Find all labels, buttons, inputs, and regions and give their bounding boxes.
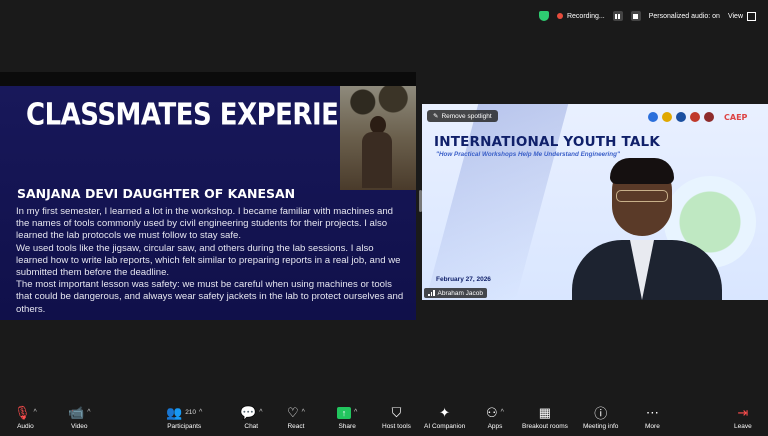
participant-name-tag: Abraham Jacob [424, 288, 488, 298]
chevron-up-icon[interactable]: ^ [87, 409, 90, 416]
participants-label: Participants [167, 423, 202, 430]
share-label: Share [338, 423, 356, 430]
slide-paragraph: The most important lesson was safety: we… [16, 279, 404, 315]
breakout-rooms-button[interactable]: ▦ Breakout rooms [522, 404, 568, 431]
banner-title: INTERNATIONAL YOUTH TALK [434, 134, 661, 150]
video-button[interactable]: 📹 ^ Video [68, 404, 90, 431]
chevron-up-icon[interactable]: ^ [354, 409, 357, 416]
chevron-up-icon[interactable]: ^ [34, 409, 37, 416]
meeting-info-button[interactable]: ⓘ Meeting info [583, 404, 618, 430]
info-icon: ⓘ [594, 406, 608, 421]
pin-icon: ✎ [433, 113, 439, 120]
participants-button[interactable]: 👥 210 ^ Participants [166, 404, 202, 431]
slide-paragraph: We used tools like the jigsaw, circular … [16, 242, 401, 279]
more-label: More [645, 423, 660, 430]
speaker-video-tile[interactable]: CAEP INTERNATIONAL YOUTH TALK "How Pract… [422, 104, 768, 300]
partner-logos: CAEP [648, 112, 747, 122]
slide-paragraph: In my first semester, I learned a lot in… [16, 206, 393, 242]
leave-button[interactable]: ⇥ Leave [734, 404, 752, 431]
chevron-up-icon[interactable]: ^ [302, 409, 305, 416]
video-label: Video [70, 423, 88, 430]
participant-count: 210 [185, 409, 197, 416]
meeting-info-label: Meeting info [583, 423, 619, 430]
breakout-grid-icon: ▦ [538, 404, 552, 420]
sparkle-icon: ✦ [439, 404, 451, 420]
recording-dot-icon [556, 13, 563, 19]
participants-icon: 👥 [166, 404, 183, 420]
more-dots-icon: ⋯ [645, 404, 659, 420]
chat-icon: 💬 [240, 404, 257, 420]
slide-subtitle: SANJANA DEVI DAUGHTER OF KANESAN [17, 186, 296, 201]
participant-name: Abraham Jacob [437, 289, 484, 297]
chevron-up-icon[interactable]: ^ [501, 409, 504, 416]
host-tools-button[interactable]: ⛉ Host tools [382, 404, 411, 431]
student-photo [340, 86, 416, 190]
audio-label: Audio [17, 423, 34, 430]
ai-companion-button[interactable]: ✦ AI Companion [424, 404, 466, 431]
leave-label: Leave [734, 423, 752, 430]
react-button[interactable]: ♡ ^ React [287, 404, 305, 431]
chevron-up-icon[interactable]: ^ [259, 409, 262, 416]
microphone-muted-icon: 🎙 [14, 404, 31, 420]
chat-label: Chat [244, 423, 259, 430]
chat-button[interactable]: 💬 ^ Chat [240, 404, 262, 431]
apps-button[interactable]: ⚇ ^ Apps [486, 404, 504, 431]
caep-logo: CAEP [724, 112, 748, 122]
leave-icon: ⇥ [737, 404, 749, 420]
remove-spotlight-button[interactable]: ✎ Remove spotlight [427, 110, 498, 122]
share-button[interactable]: ↑ ^ Share [337, 404, 357, 430]
logo-icon [648, 112, 658, 122]
recording-indicator: Recording... [556, 12, 605, 20]
meeting-top-bar: Recording... Personalized audio: on View [0, 0, 768, 32]
slide-body-text: In my first semester, I learned a lot in… [16, 206, 404, 316]
chevron-up-icon[interactable]: ^ [199, 409, 202, 416]
personalized-audio-label[interactable]: Personalized audio: on [649, 13, 720, 20]
logo-icon [690, 112, 700, 122]
view-button[interactable]: View [727, 11, 756, 21]
shared-screen: CLASSMATES EXPERIENCE SANJANA DEVI DAUGH… [0, 72, 416, 320]
meeting-toolbar: 🎙 ^ Audio 📹 ^ Video 👥 210 ^ Participants 💬 ^ … [0, 402, 768, 436]
ai-companion-label: AI Companion [424, 423, 466, 430]
shield-icon: ⛉ [391, 404, 402, 420]
pause-recording-button[interactable] [612, 11, 623, 21]
presentation-slide: CLASSMATES EXPERIENCE SANJANA DEVI DAUGH… [0, 86, 416, 320]
stop-recording-button[interactable] [630, 11, 641, 21]
breakout-rooms-label: Breakout rooms [522, 423, 568, 430]
encryption-shield-icon[interactable] [538, 11, 549, 21]
grid-view-icon [747, 11, 756, 21]
view-label: View [727, 12, 743, 20]
logo-icon [662, 112, 672, 122]
recording-label: Recording... [566, 12, 605, 20]
host-tools-label: Host tools [382, 423, 411, 430]
banner-date: February 27, 2026 [436, 276, 491, 283]
more-button[interactable]: ⋯ More [645, 404, 660, 431]
audio-button[interactable]: 🎙 ^ Audio [14, 404, 37, 431]
camera-off-icon: 📹 [68, 404, 85, 420]
logo-icon [704, 112, 714, 122]
share-screen-icon: ↑ [337, 406, 351, 419]
audio-signal-icon [428, 290, 435, 296]
react-label: React [287, 423, 305, 430]
heart-icon: ♡ [287, 404, 299, 420]
apps-label: Apps [487, 423, 503, 430]
logo-icon [676, 112, 686, 122]
remove-spotlight-label: Remove spotlight [441, 112, 492, 120]
speaker-person [572, 156, 722, 300]
apps-icon: ⚇ [486, 404, 498, 420]
